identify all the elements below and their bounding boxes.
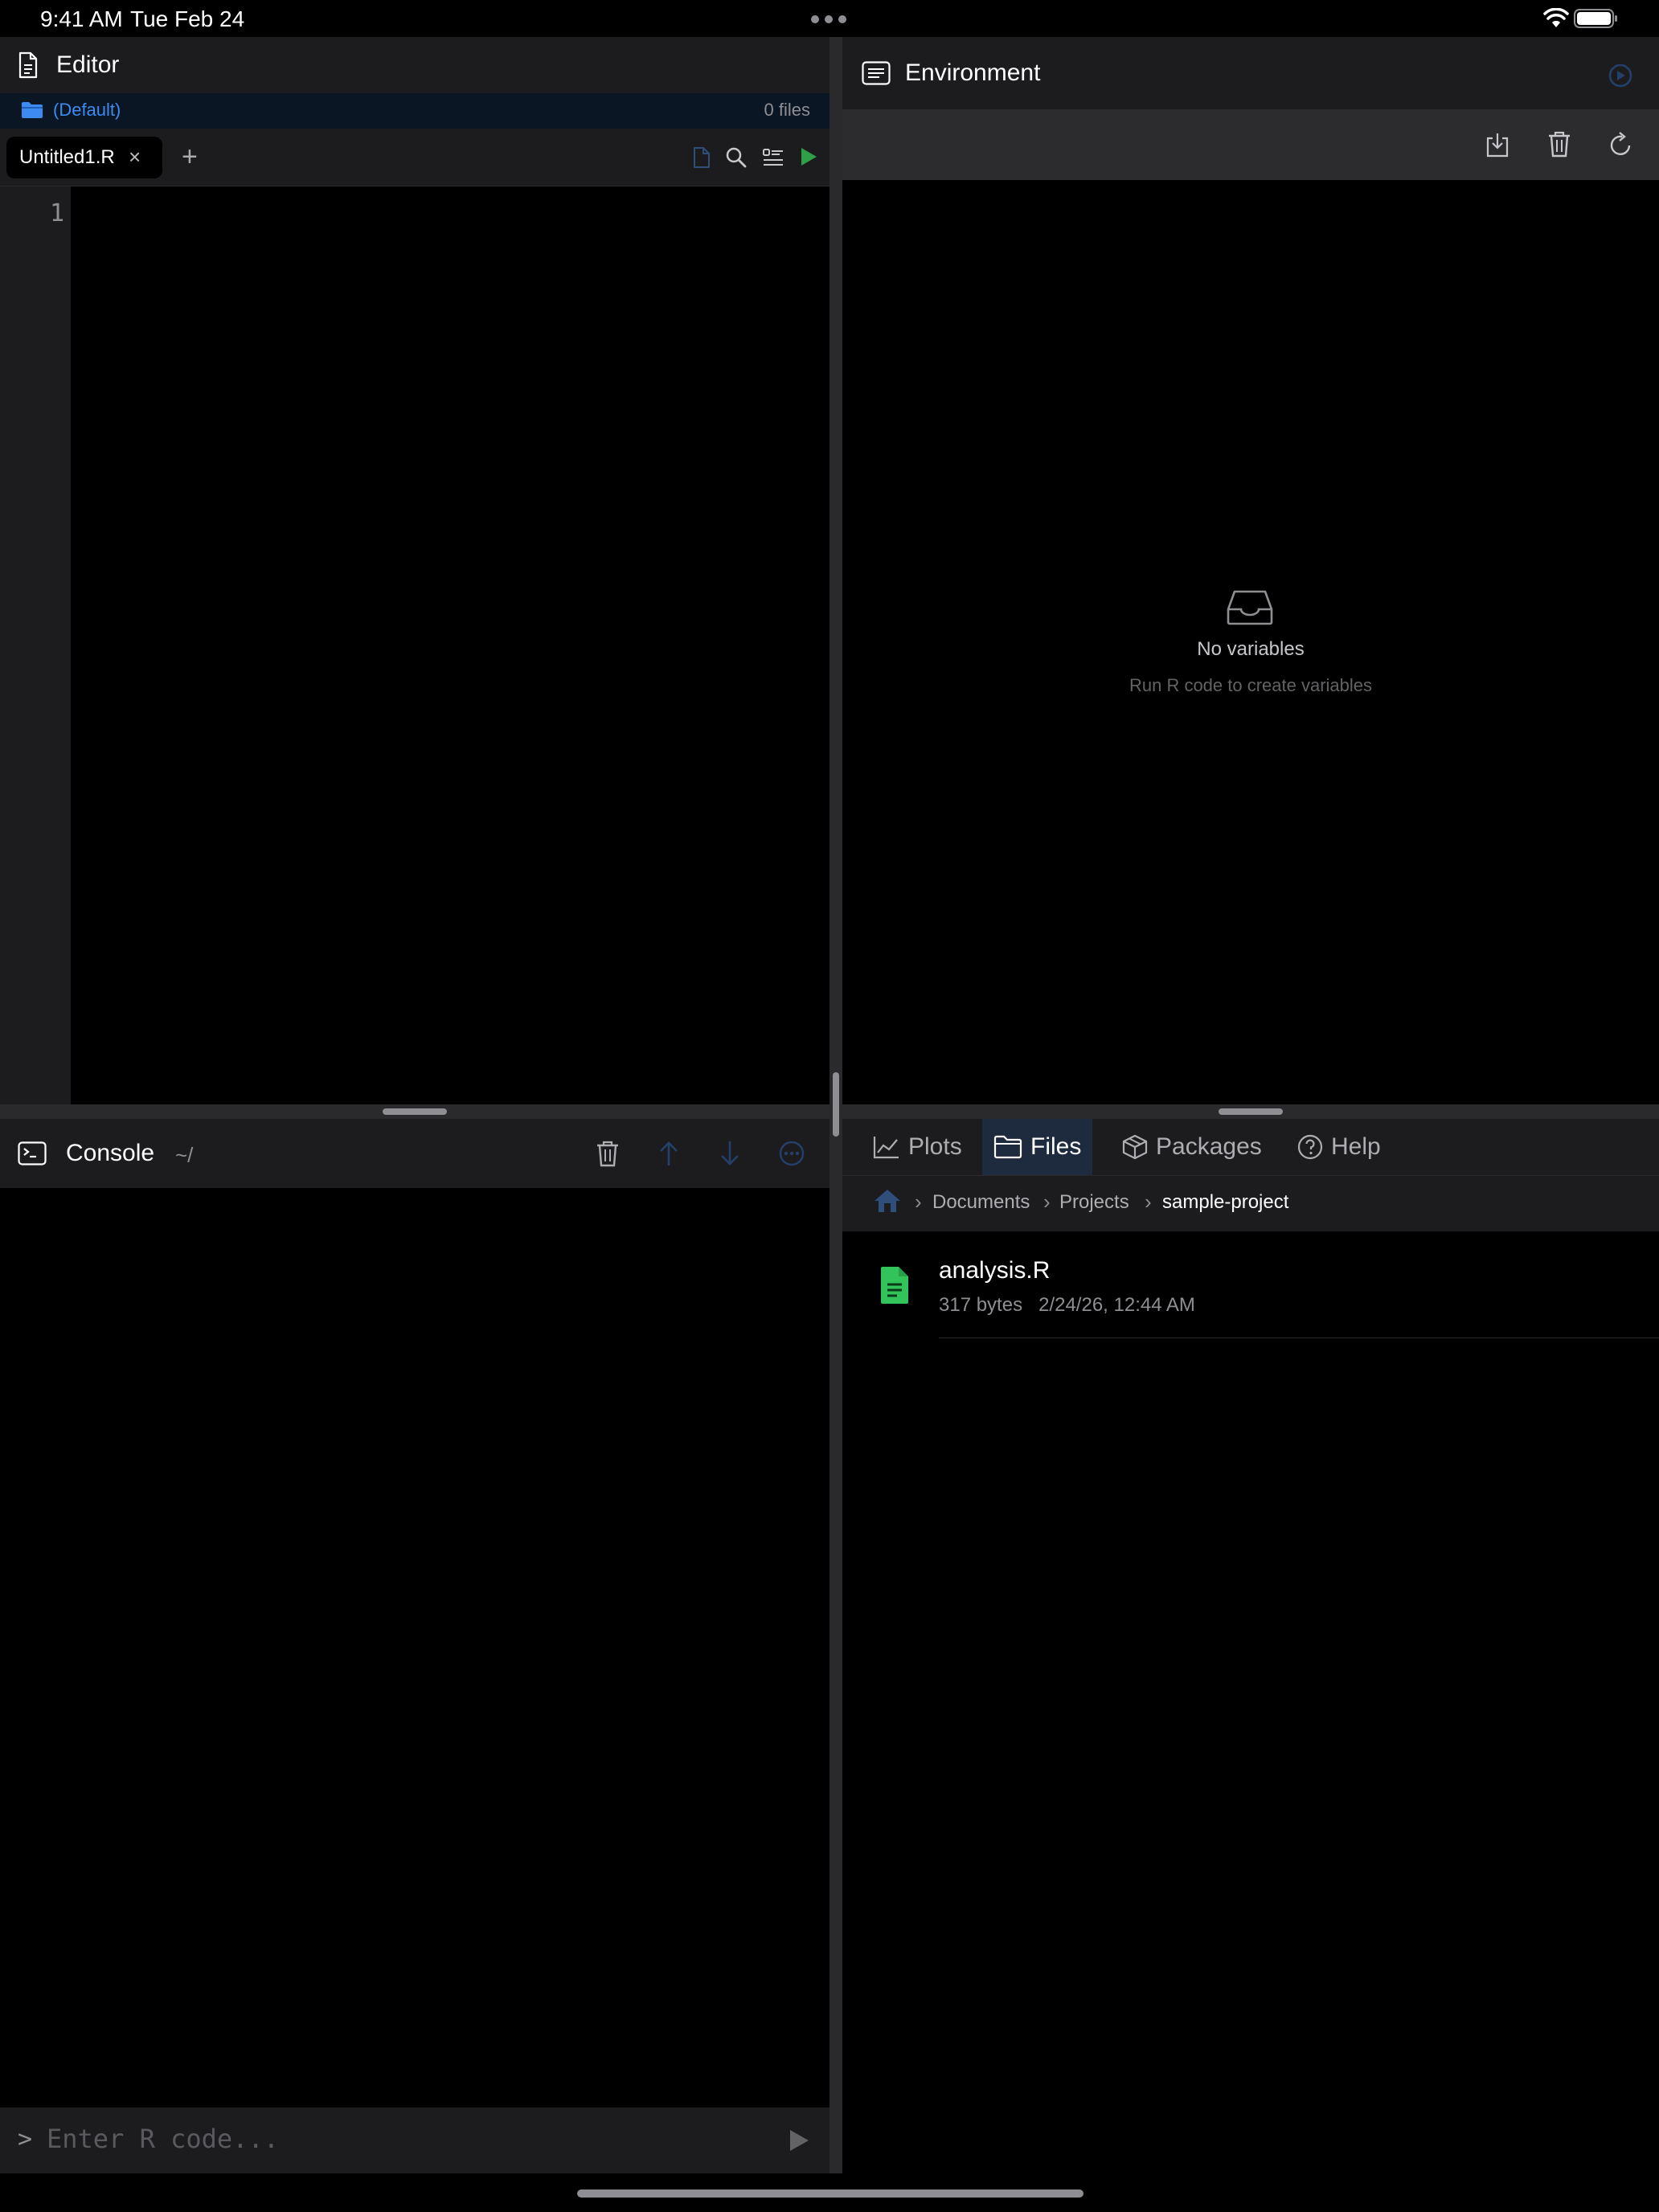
history-down-icon[interactable] xyxy=(719,1140,741,1167)
breadcrumb-sample-project[interactable]: sample-project xyxy=(1162,1191,1288,1214)
tab-packages[interactable]: Packages xyxy=(1111,1119,1273,1175)
breadcrumb-projects[interactable]: Projects xyxy=(1059,1191,1129,1214)
folder-icon xyxy=(993,1135,1022,1159)
left-splitter-handle[interactable] xyxy=(383,1108,447,1115)
refresh-icon[interactable] xyxy=(1608,130,1633,158)
clear-environment-icon[interactable] xyxy=(1546,130,1572,158)
import-icon[interactable] xyxy=(1485,132,1509,158)
box-icon xyxy=(1122,1134,1148,1160)
chevron-right-icon: › xyxy=(915,1190,922,1214)
tab-close-button[interactable]: × xyxy=(129,145,141,170)
add-tab-button[interactable]: + xyxy=(182,141,198,173)
file-name: analysis.R xyxy=(939,1257,1051,1284)
list-divider xyxy=(939,1337,1659,1338)
question-circle-icon xyxy=(1297,1134,1323,1160)
environment-settings-icon[interactable] xyxy=(1608,63,1633,88)
trash-icon[interactable] xyxy=(595,1140,621,1167)
editor-header xyxy=(0,37,830,93)
environment-title: Environment xyxy=(905,59,1041,86)
chevron-right-icon: › xyxy=(1043,1190,1051,1214)
console-input[interactable] xyxy=(47,2116,754,2162)
empty-state-subtitle: Run R code to create variables xyxy=(1129,675,1373,695)
history-up-icon[interactable] xyxy=(657,1140,680,1167)
chevron-right-icon: › xyxy=(1145,1190,1152,1214)
file-size: 317 bytes xyxy=(939,1294,1023,1316)
tab-label: Plots xyxy=(908,1133,962,1160)
format-list-icon[interactable] xyxy=(762,146,784,169)
tab-help[interactable]: Help xyxy=(1286,1119,1392,1175)
tab-label: Untitled1.R xyxy=(19,146,115,168)
console-run-icon[interactable] xyxy=(788,2128,810,2153)
breadcrumb-documents[interactable]: Documents xyxy=(932,1191,1030,1214)
line-number: 1 xyxy=(49,199,64,227)
more-options-icon[interactable] xyxy=(778,1140,805,1167)
tab-files[interactable]: Files xyxy=(982,1119,1093,1175)
tab-label: Packages xyxy=(1156,1133,1262,1160)
project-name[interactable]: (Default) xyxy=(53,100,121,121)
environment-toolbar xyxy=(842,109,1659,180)
folder-icon xyxy=(21,101,43,119)
status-date: Tue Feb 24 xyxy=(130,6,245,31)
line-gutter xyxy=(0,186,71,1104)
list-item[interactable] xyxy=(842,1241,1659,1337)
wifi-icon xyxy=(1543,8,1569,29)
console-output[interactable] xyxy=(0,1188,830,2108)
console-path: ~/ xyxy=(175,1143,194,1167)
editor-title: Editor xyxy=(56,51,120,78)
vertical-splitter-handle[interactable] xyxy=(833,1072,839,1137)
multitasking-dots-icon[interactable] xyxy=(810,14,847,24)
file-count: 0 files xyxy=(764,100,810,120)
r-file-icon xyxy=(879,1265,910,1305)
console-title: Console xyxy=(66,1140,155,1166)
battery-icon xyxy=(1574,8,1619,29)
home-icon[interactable] xyxy=(873,1188,902,1214)
file-list xyxy=(842,1231,1659,2173)
empty-state-title: No variables xyxy=(1197,638,1305,660)
home-indicator[interactable] xyxy=(577,2189,1083,2198)
tab-label: Help xyxy=(1331,1133,1381,1160)
right-splitter-handle[interactable] xyxy=(1219,1108,1283,1115)
code-editor[interactable] xyxy=(71,186,830,1104)
tab-plots[interactable]: Plots xyxy=(862,1119,973,1175)
status-time: 9:41 AM xyxy=(40,6,123,31)
document-icon xyxy=(18,51,39,79)
new-file-icon[interactable] xyxy=(693,146,711,169)
file-meta: 317 bytes 2/24/26, 12:44 AM xyxy=(939,1294,1195,1317)
environment-list-icon xyxy=(862,61,891,85)
chart-line-icon xyxy=(873,1135,900,1159)
empty-tray-icon xyxy=(1227,590,1273,625)
tab-label: Files xyxy=(1030,1133,1082,1160)
search-icon[interactable] xyxy=(725,146,748,169)
file-modified: 2/24/26, 12:44 AM xyxy=(1038,1294,1195,1316)
run-icon[interactable] xyxy=(799,146,818,167)
console-prompt: > xyxy=(18,2125,33,2153)
terminal-icon xyxy=(18,1141,47,1165)
